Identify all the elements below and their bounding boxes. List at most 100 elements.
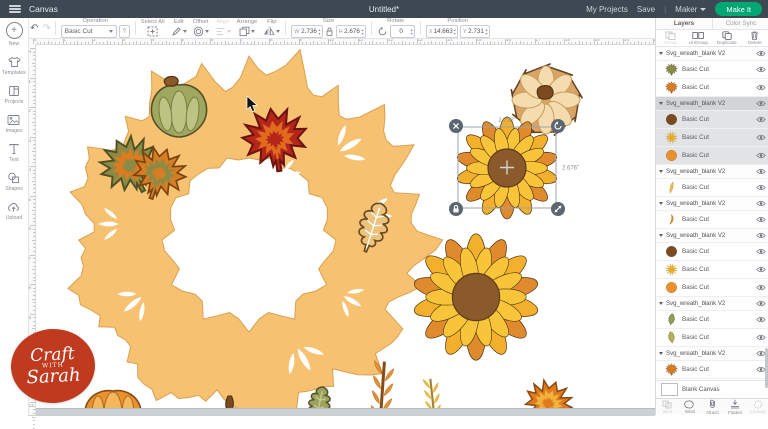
visibility-eye-icon[interactable]	[756, 66, 766, 73]
layer-group-row[interactable]: Svg_wreath_blank V2	[656, 347, 768, 361]
weld-button[interactable]: Weld	[679, 399, 702, 415]
redo-button[interactable]: ↷	[42, 23, 50, 34]
layer-row[interactable]: Basic Cut	[656, 279, 768, 297]
canvas-object-stem[interactable]	[226, 396, 234, 408]
visibility-eye-icon[interactable]	[756, 100, 766, 107]
sidebar-item-templates[interactable]: Templates	[2, 56, 26, 76]
sidebar-item-shapes[interactable]: Shapes	[5, 172, 23, 192]
canvas-object-wheat-sprig[interactable]	[422, 377, 444, 408]
sidebar-item-text[interactable]: Text	[8, 143, 20, 163]
visibility-eye-icon[interactable]	[756, 200, 766, 207]
layer-group-row[interactable]: Svg_wreath_blank V2	[656, 229, 768, 243]
layer-row[interactable]: Basic Cut	[656, 211, 768, 229]
selection-handle-delete-icon[interactable]	[449, 119, 463, 133]
rotate-field[interactable]: 0 ▴▾	[390, 25, 415, 38]
layer-group-row[interactable]: Svg_wreath_blank V2	[656, 197, 768, 211]
make-it-button[interactable]: Make It	[715, 2, 762, 16]
layer-row[interactable]: Basic Cut	[656, 147, 768, 165]
visibility-eye-icon[interactable]	[756, 84, 766, 91]
pos-y-stepper[interactable]: ▴▾	[486, 28, 488, 35]
visibility-eye-icon[interactable]	[756, 248, 766, 255]
machine-selector[interactable]: Maker	[675, 5, 706, 14]
design-canvas[interactable]: 2.736"2.676"	[35, 44, 655, 408]
flip-button[interactable]	[263, 26, 280, 37]
visibility-eye-icon[interactable]	[756, 184, 766, 191]
canvas-object-maple-leaf[interactable]	[518, 374, 578, 408]
selection-handle-lock-icon[interactable]	[449, 202, 463, 216]
lock-aspect-icon[interactable]	[325, 26, 334, 37]
blank-canvas-row[interactable]: Blank Canvas	[656, 380, 768, 398]
duplicate-button[interactable]: Duplicate	[713, 30, 741, 46]
rotate-stepper[interactable]: ▴▾	[411, 28, 413, 35]
layer-row[interactable]: Basic Cut	[656, 111, 768, 129]
group-expand-caret-icon[interactable]	[659, 302, 663, 305]
delete-button[interactable]: Delete	[741, 30, 768, 46]
size-height-field[interactable]: H2.676 ▴▾	[336, 25, 366, 38]
select-all-button[interactable]	[147, 26, 158, 37]
layer-group-row[interactable]: Svg_wreath_blank V2	[656, 97, 768, 111]
visibility-eye-icon[interactable]	[756, 334, 766, 341]
visibility-eye-icon[interactable]	[756, 232, 766, 239]
layer-group-row[interactable]: Svg_wreath_blank V2	[656, 297, 768, 311]
visibility-eye-icon[interactable]	[756, 168, 766, 175]
group-expand-caret-icon[interactable]	[659, 102, 663, 105]
group-expand-caret-icon[interactable]	[659, 52, 663, 55]
visibility-eye-icon[interactable]	[756, 152, 766, 159]
my-projects-link[interactable]: My Projects	[586, 5, 628, 14]
visibility-eye-icon[interactable]	[756, 316, 766, 323]
tab-color-sync[interactable]: Color Sync	[712, 18, 768, 29]
position-y-field[interactable]: Y2.731 ▴▾	[460, 25, 490, 38]
edit-menu-button[interactable]	[171, 26, 187, 37]
group-expand-caret-icon[interactable]	[659, 234, 663, 237]
flatten-button[interactable]: Flatten	[724, 399, 747, 415]
pos-x-stepper[interactable]: ▴▾	[454, 28, 456, 35]
group-expand-caret-icon[interactable]	[659, 352, 663, 355]
selection-handle-resize-icon[interactable]	[551, 202, 565, 216]
ungroup-button[interactable]: UnGroup	[684, 30, 712, 46]
menu-hamburger-icon[interactable]	[9, 5, 21, 13]
layer-row[interactable]: Basic Cut	[656, 361, 768, 379]
selection-handle-rotate-icon[interactable]	[551, 119, 565, 133]
layer-row[interactable]: Basic Cut	[656, 129, 768, 147]
offset-button[interactable]	[193, 26, 209, 37]
visibility-eye-icon[interactable]	[756, 134, 766, 141]
width-stepper[interactable]: ▴▾	[318, 28, 320, 35]
layer-group-row[interactable]: Svg_wreath_blank V2	[656, 47, 768, 61]
layer-row[interactable]: Basic Cut	[656, 79, 768, 97]
visibility-eye-icon[interactable]	[756, 216, 766, 223]
visibility-eye-icon[interactable]	[756, 266, 766, 273]
layer-row[interactable]: Basic Cut	[656, 243, 768, 261]
visibility-eye-icon[interactable]	[756, 50, 766, 57]
layer-row[interactable]: Basic Cut	[656, 311, 768, 329]
layer-group-row[interactable]: Svg_wreath_blank V2	[656, 165, 768, 179]
sidebar-item-new[interactable]: + New	[6, 22, 23, 47]
group-expand-caret-icon[interactable]	[659, 170, 663, 173]
attach-button[interactable]: Attach	[701, 399, 724, 415]
sidebar-item-projects[interactable]: Projects	[5, 85, 24, 105]
document-title[interactable]: Untitled*	[369, 5, 399, 14]
layer-row[interactable]: Basic Cut	[656, 379, 768, 380]
position-x-field[interactable]: X14.663 ▴▾	[426, 25, 458, 38]
canvas-object-orange-pumpkin[interactable]	[85, 391, 141, 408]
visibility-eye-icon[interactable]	[756, 300, 766, 307]
layer-row[interactable]: Basic Cut	[656, 261, 768, 279]
save-link[interactable]: Save	[637, 5, 655, 14]
operation-dropdown[interactable]: Basic Cut	[61, 25, 117, 38]
sidebar-item-upload[interactable]: Upload	[6, 201, 22, 221]
layer-row[interactable]: Basic Cut	[656, 329, 768, 347]
visibility-eye-icon[interactable]	[756, 116, 766, 123]
group-button[interactable]: Group	[656, 30, 684, 46]
group-expand-caret-icon[interactable]	[659, 202, 663, 205]
undo-button[interactable]: ↶	[30, 23, 38, 34]
align-button[interactable]	[215, 26, 231, 37]
layer-row[interactable]: Basic Cut	[656, 61, 768, 79]
size-width-field[interactable]: W2.736 ▴▾	[291, 25, 322, 38]
visibility-eye-icon[interactable]	[756, 284, 766, 291]
sidebar-item-images[interactable]: Images	[5, 114, 22, 134]
layer-row[interactable]: Basic Cut	[656, 179, 768, 197]
contour-button[interactable]: Contour	[746, 399, 768, 415]
tab-layers[interactable]: Layers	[656, 18, 712, 29]
arrange-button[interactable]	[239, 26, 255, 37]
slice-button[interactable]: Slice	[656, 399, 679, 415]
height-stepper[interactable]: ▴▾	[362, 28, 364, 35]
